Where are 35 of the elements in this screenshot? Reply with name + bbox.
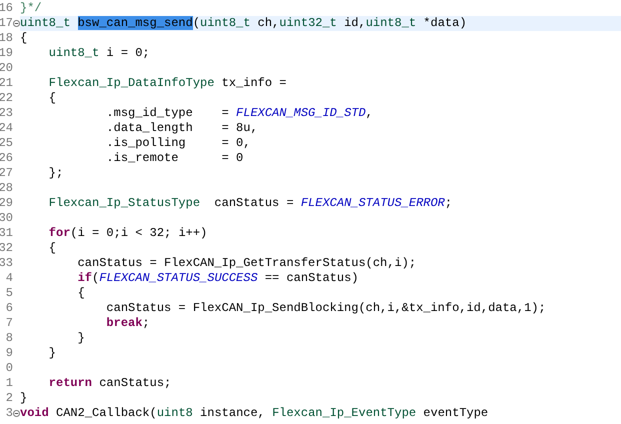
line-number: 6 [4, 301, 13, 316]
code-line: Flexcan_Ip_DataInfoType tx_info = [48, 76, 288, 91]
code-line: canStatus = FlexCAN_Ip_GetTransferStatus(ch,i); [76, 256, 418, 271]
code-line: { [48, 241, 58, 256]
code-line: } [76, 331, 86, 346]
line-number: 0 [4, 361, 13, 376]
code-line: { [76, 286, 86, 301]
code-line: uint8_t i = 0; [48, 46, 151, 61]
code-line: return canStatus; [48, 376, 172, 391]
code-line: } [48, 346, 58, 361]
line-number: 1 [4, 376, 13, 391]
code-line: .is_polling = 0, [105, 136, 252, 151]
code-line: { [20, 31, 28, 46]
collapse-icon[interactable] [13, 410, 20, 417]
code-line: { [48, 91, 58, 106]
code-line: .msg_id_type = FLEXCAN_MSG_ID_STD, [105, 106, 374, 121]
line-number: 4 [4, 271, 13, 286]
collapse-icon[interactable] [13, 20, 20, 27]
line-number: 5 [4, 286, 13, 301]
code-line: for(i = 0;i < 32; i++) [48, 226, 208, 241]
code-line: } [20, 391, 28, 406]
line-number: 9 [4, 346, 13, 361]
line-number: 2 [4, 391, 13, 406]
code-line: Flexcan_Ip_StatusType canStatus = FLEXCAN_STATUS_ERROR; [48, 196, 454, 211]
line-number: 8 [4, 331, 13, 346]
code-line: void CAN2_Callback(uint8 instance, Flexcan_Ip_EventType eventType [20, 406, 490, 421]
line-number: 7 [4, 316, 13, 331]
line-number: 3 [4, 406, 13, 421]
code-line: .is_remote = 0 [105, 151, 244, 166]
code-line: break; [105, 316, 151, 331]
code-line: .data_length = 8u, [105, 121, 259, 136]
code-line: canStatus = FlexCAN_Ip_SendBlocking(ch,i,&tx_info,id,data,1); [105, 301, 547, 316]
code-line: }*/ [20, 1, 43, 16]
code-line: }; [48, 166, 64, 181]
code-line: if(FLEXCAN_STATUS_SUCCESS == canStatus) [76, 271, 360, 286]
